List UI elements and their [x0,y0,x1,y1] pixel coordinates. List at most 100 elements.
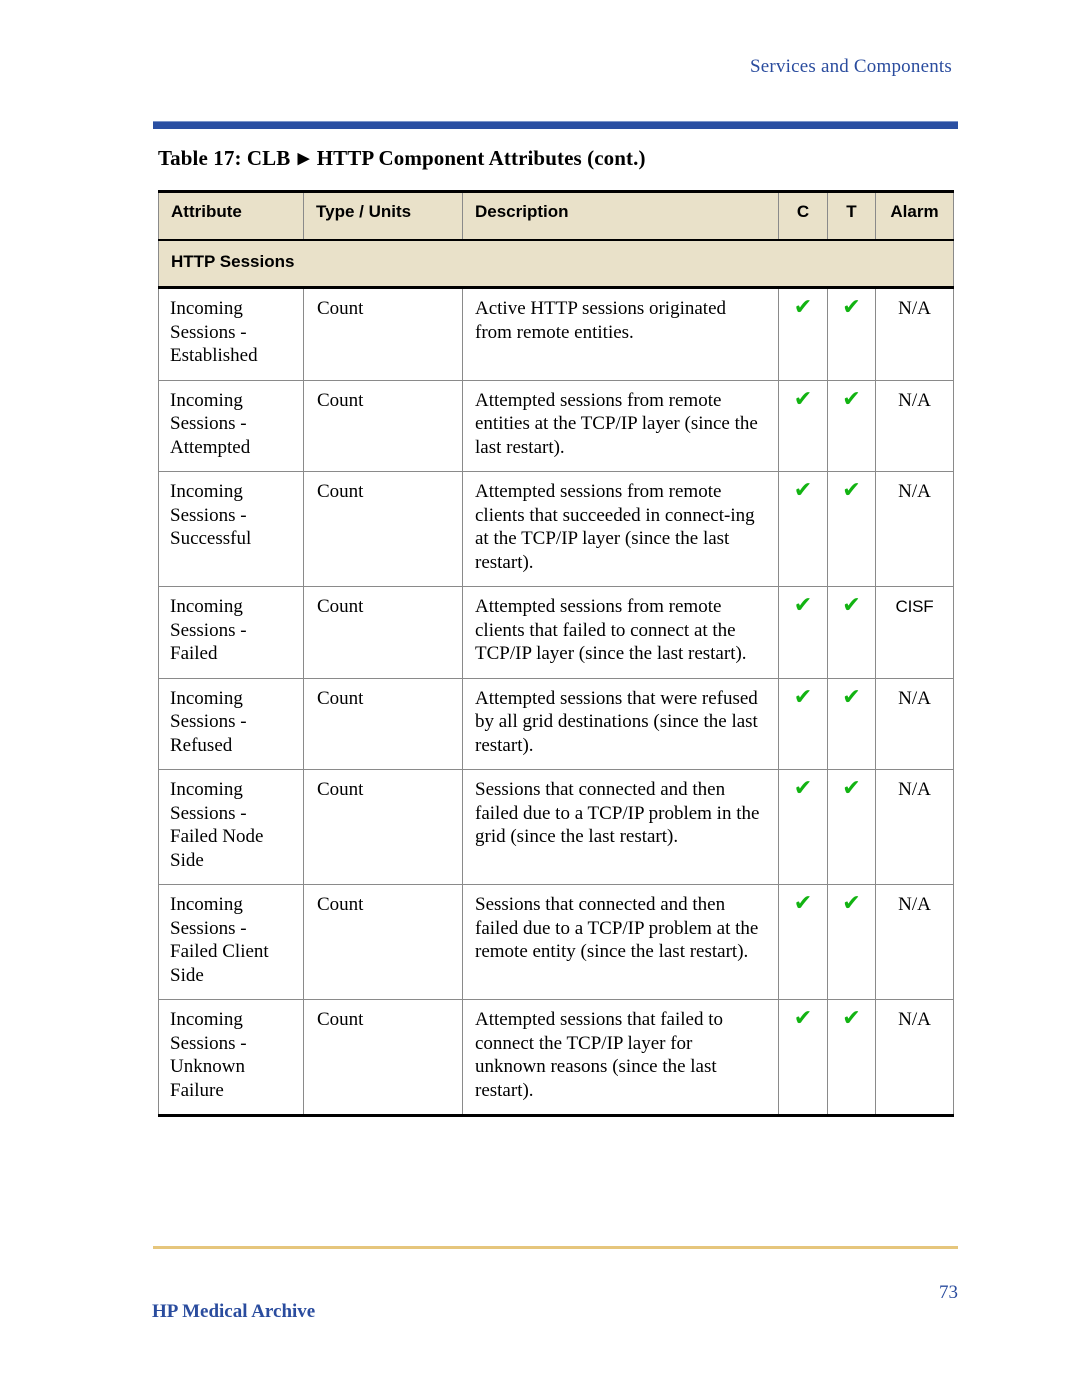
cell-attribute: Incoming Sessions - Failed Node Side [158,769,304,885]
cell-t-flag: ✔ [827,999,876,1117]
cell-c-flag: ✔ [778,471,828,587]
cell-description: Sessions that connected and then failed … [462,884,779,1000]
table-caption-prefix: Table 17: CLB [158,146,291,170]
cell-c-flag: ✔ [778,999,828,1117]
cell-type-units: Count [303,999,463,1117]
cell-alarm: CISF [875,586,954,679]
footer-rule [153,1246,958,1249]
column-header-type-units: Type / Units [303,190,463,241]
cell-alarm: N/A [875,999,954,1117]
cell-t-flag: ✔ [827,287,876,381]
checkmark-icon: ✔ [793,891,813,916]
cell-t-flag: ✔ [827,769,876,885]
cell-t-flag: ✔ [827,471,876,587]
table-row: Incoming Sessions - Failed Client Side Co… [158,884,954,1000]
alarm-value: N/A [898,298,931,319]
checkmark-icon: ✔ [842,891,861,916]
alarm-value: N/A [898,481,931,502]
table-row: Incoming Sessions - Attempted Count Attemp… [158,379,954,472]
cell-c-flag: ✔ [778,769,828,885]
cell-attribute: Incoming Sessions - Unknown Failure [158,999,304,1117]
cell-description: Attempted sessions that were refused by … [462,677,779,770]
checkmark-icon: ✔ [793,295,813,320]
checkmark-icon: ✔ [842,593,861,618]
checkmark-icon: ✔ [842,776,861,801]
cell-description: Attempted sessions from remote entities … [462,379,779,472]
checkmark-icon: ✔ [793,1006,813,1031]
cell-type-units: Count [303,586,463,679]
column-header-t: T [827,190,876,241]
checkmark-icon: ✔ [842,295,861,320]
checkmark-icon: ✔ [842,684,861,710]
cell-description: Attempted sessions from remote clients t… [462,586,779,679]
cell-alarm: N/A [875,471,954,587]
alarm-value: CISF [895,597,934,616]
cell-attribute: Incoming Sessions - Failed [158,586,304,679]
table-row: Incoming Sessions - Unknown Failure Count… [158,999,954,1117]
column-header-description: Description [462,190,779,241]
table-header-row: Attribute Type / Units Description C T A… [158,190,954,241]
column-header-attribute: Attribute [158,190,304,241]
checkmark-icon: ✔ [793,684,813,710]
cell-type-units: Count [303,884,463,1000]
footer-product-name: HP Medical Archive [152,1301,316,1322]
cell-alarm: N/A [875,287,954,381]
table-body: HTTP Sessions Incoming Sessions - Establi… [158,240,954,1117]
caption-arrow-icon: ▶ [297,151,310,167]
cell-alarm: N/A [875,884,954,1000]
header-rule [153,121,958,129]
alarm-value: N/A [898,779,931,800]
cell-type-units: Count [303,677,463,770]
cell-c-flag: ✔ [778,586,828,679]
cell-alarm: N/A [875,769,954,885]
checkmark-icon: ✔ [842,1006,861,1031]
cell-type-units: Count [303,471,463,587]
table-section-label: HTTP Sessions [158,240,954,289]
cell-t-flag: ✔ [827,884,876,1000]
checkmark-icon: ✔ [842,478,861,503]
cell-description: Attempted sessions from remote clients t… [462,471,779,587]
table-row: Incoming Sessions - Successful Count Attem… [158,471,954,587]
checkmark-icon: ✔ [793,386,813,412]
cell-c-flag: ✔ [778,379,828,472]
alarm-value: N/A [898,1009,931,1030]
running-head: Services and Components [750,56,952,77]
cell-type-units: Count [303,769,463,885]
cell-description: Active HTTP sessions originated from rem… [462,287,779,381]
cell-attribute: Incoming Sessions - Failed Client Side [158,884,304,1000]
column-header-c: C [778,190,828,241]
cell-alarm: N/A [875,379,954,472]
cell-attribute: Incoming Sessions - Attempted [158,379,304,472]
cell-c-flag: ✔ [778,287,828,381]
cell-c-flag: ✔ [778,884,828,1000]
cell-description: Sessions that connected and then failed … [462,769,779,885]
cell-t-flag: ✔ [827,677,876,770]
cell-attribute: Incoming Sessions - Successful [158,471,304,587]
alarm-value: N/A [898,687,931,709]
checkmark-icon: ✔ [793,593,813,618]
cell-alarm: N/A [875,677,954,770]
cell-description: Attempted sessions that failed to connec… [462,999,779,1117]
table-row: Incoming Sessions - Refused Count Attempte… [158,677,954,770]
cell-t-flag: ✔ [827,586,876,679]
table-caption-suffix: HTTP Component Attributes (cont.) [316,146,646,170]
cell-attribute: Incoming Sessions - Refused [158,677,304,770]
cell-attribute: Incoming Sessions - Established [158,287,304,381]
table-row: Incoming Sessions - Failed Count Attempted… [158,586,954,679]
table-caption: Table 17: CLB ▶ HTTP Component Attribute… [158,146,646,171]
checkmark-icon: ✔ [842,386,861,412]
table-row: Incoming Sessions - Failed Node Side Coun… [158,769,954,885]
table-row: Incoming Sessions - Established Count Acti… [158,287,954,381]
alarm-value: N/A [898,389,931,411]
checkmark-icon: ✔ [793,478,813,503]
cell-c-flag: ✔ [778,677,828,770]
cell-type-units: Count [303,379,463,472]
table-header: Attribute Type / Units Description C T A… [158,190,954,241]
page-number: 73 [939,1282,958,1303]
table-section-row: HTTP Sessions [158,240,954,289]
cell-t-flag: ✔ [827,379,876,472]
checkmark-icon: ✔ [793,776,813,801]
column-header-alarm: Alarm [875,190,954,241]
cell-type-units: Count [303,287,463,381]
component-attributes-table: Attribute Type / Units Description C T A… [158,190,954,1117]
